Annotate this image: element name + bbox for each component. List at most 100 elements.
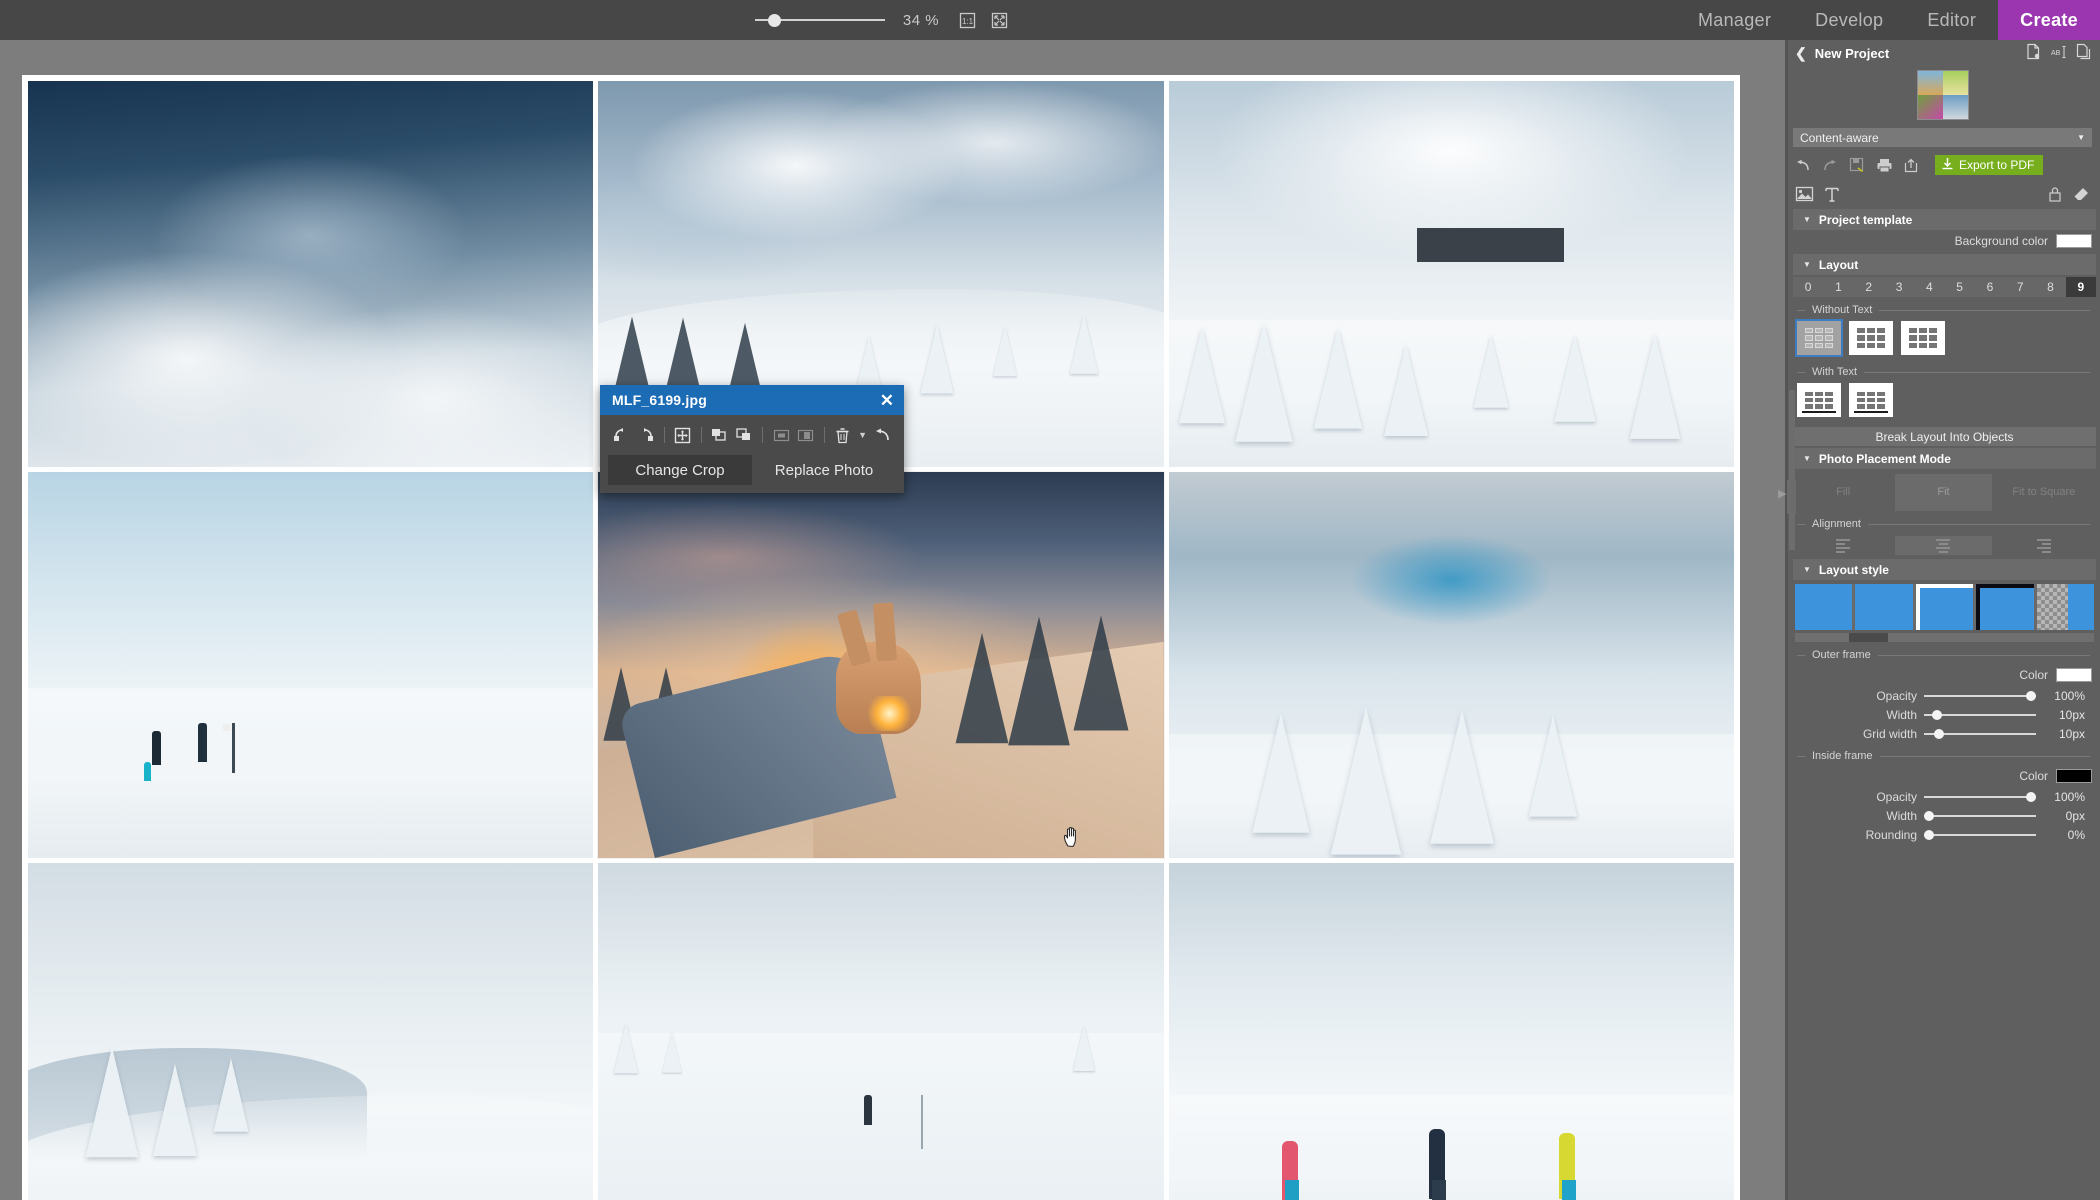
- layout-number-3[interactable]: 3: [1884, 277, 1914, 297]
- text-mode-tab[interactable]: [1824, 186, 1840, 203]
- photo-cell-1[interactable]: [28, 81, 594, 467]
- layout-style-5[interactable]: [2036, 584, 2094, 630]
- undo-icon[interactable]: [1795, 158, 1811, 172]
- align-horizontal-icon[interactable]: [772, 425, 790, 445]
- layout-style-2[interactable]: [1855, 584, 1913, 630]
- inside-frame-rounding-slider[interactable]: [1924, 829, 2036, 841]
- layout-style-1[interactable]: [1795, 584, 1853, 630]
- layout-number-7[interactable]: 7: [2005, 277, 2035, 297]
- background-color-label: Background color: [1954, 234, 2048, 248]
- outer-frame-grid-width-label: Grid width: [1862, 726, 1917, 741]
- section-project-template[interactable]: ▼ Project template: [1793, 209, 2096, 230]
- delete-icon[interactable]: [833, 425, 851, 445]
- layout-number-2[interactable]: 2: [1854, 277, 1884, 297]
- tab-manager[interactable]: Manager: [1676, 0, 1793, 40]
- placement-mode-fit-to-square[interactable]: Fit to Square: [1996, 474, 2092, 511]
- toolbar-divider: [664, 427, 665, 443]
- close-icon[interactable]: ✕: [880, 392, 894, 409]
- template-dropdown[interactable]: Content-aware ▼: [1793, 128, 2092, 147]
- outer-frame-width-slider[interactable]: [1924, 709, 2036, 721]
- photo-cell-3[interactable]: [1168, 81, 1734, 467]
- photo-artwork: [28, 472, 594, 858]
- layout-style-scrollbar[interactable]: [1795, 633, 2094, 642]
- photo-cell-7[interactable]: [28, 863, 594, 1200]
- layout-number-0[interactable]: 0: [1793, 277, 1823, 297]
- layout-template-3[interactable]: [1901, 321, 1945, 355]
- photo-context-toolbar[interactable]: MLF_6199.jpg ✕ ▼ Change Crop Replace Pho…: [600, 385, 904, 493]
- actual-size-icon[interactable]: 1:1: [957, 10, 977, 30]
- layout-number-4[interactable]: 4: [1914, 277, 1944, 297]
- photo-cell-5[interactable]: [597, 471, 1165, 859]
- layout-template-text-2[interactable]: [1849, 383, 1893, 417]
- tab-create[interactable]: Create: [1998, 0, 2100, 40]
- align-right-button[interactable]: [1996, 536, 2092, 555]
- rotate-right-icon[interactable]: [637, 425, 655, 445]
- zoom-slider-handle[interactable]: [768, 14, 781, 27]
- align-left-button[interactable]: [1795, 536, 1891, 555]
- layout-style-3[interactable]: [1915, 584, 1974, 630]
- replace-photo-button[interactable]: Replace Photo: [752, 455, 896, 485]
- redo-icon[interactable]: [1822, 158, 1838, 172]
- canvas-workarea[interactable]: MLF_6199.jpg ✕ ▼ Change Crop Replace Pho…: [0, 40, 1785, 1200]
- fit-to-screen-icon[interactable]: [989, 10, 1009, 30]
- inside-frame-color-swatch[interactable]: [2056, 769, 2092, 783]
- align-center-button[interactable]: [1895, 536, 1992, 555]
- change-crop-button[interactable]: Change Crop: [608, 455, 752, 485]
- undo-icon[interactable]: [874, 425, 892, 445]
- outer-frame-color-swatch[interactable]: [2056, 668, 2092, 682]
- back-arrow-icon[interactable]: ❮: [1795, 45, 1807, 62]
- tab-develop[interactable]: Develop: [1793, 0, 1905, 40]
- image-mode-tab[interactable]: [1795, 186, 1814, 202]
- layout-template-text-1[interactable]: [1797, 383, 1841, 417]
- section-layout[interactable]: ▼ Layout: [1793, 254, 2096, 275]
- photo-cell-9[interactable]: [1168, 863, 1734, 1200]
- rename-abc-icon[interactable]: AB: [2050, 44, 2067, 63]
- photo-cell-8[interactable]: [598, 863, 1164, 1200]
- layout-number-6[interactable]: 6: [1975, 277, 2005, 297]
- duplicate-page-icon[interactable]: [2076, 43, 2092, 63]
- layout-template-2[interactable]: [1849, 321, 1893, 355]
- align-vertical-icon[interactable]: [797, 425, 815, 445]
- sidebar-scrollbar[interactable]: [1789, 390, 1795, 550]
- scrollbar-thumb[interactable]: [1848, 633, 1888, 642]
- export-to-pdf-button[interactable]: Export to PDF: [1935, 155, 2044, 175]
- panel-collapse-arrow[interactable]: ▶: [1778, 487, 1786, 500]
- section-layout-style[interactable]: ▼ Layout style: [1793, 559, 2096, 580]
- eraser-icon[interactable]: [2073, 186, 2090, 202]
- layout-style-4[interactable]: [1976, 584, 2034, 630]
- bring-forward-icon[interactable]: [710, 425, 728, 445]
- send-backward-icon[interactable]: [735, 425, 753, 445]
- save-icon[interactable]: [1849, 157, 1865, 173]
- fit-photo-icon[interactable]: [674, 425, 692, 445]
- placement-mode-fill[interactable]: Fill: [1795, 474, 1891, 511]
- lock-icon[interactable]: [2047, 186, 2063, 203]
- tab-editor[interactable]: Editor: [1905, 0, 1998, 40]
- outer-frame-opacity-slider[interactable]: [1924, 690, 2036, 702]
- zoom-slider[interactable]: [755, 13, 885, 27]
- print-icon[interactable]: [1876, 158, 1893, 173]
- chevron-down-icon: ▼: [2077, 133, 2085, 142]
- background-color-swatch[interactable]: [2056, 234, 2092, 248]
- rotate-left-icon[interactable]: [612, 425, 630, 445]
- svg-text:AB: AB: [2051, 50, 2061, 57]
- outer-frame-grid-width-slider[interactable]: [1924, 728, 2036, 740]
- project-page[interactable]: [22, 75, 1740, 1200]
- photo-cell-6[interactable]: [1168, 472, 1734, 858]
- placement-mode-fit[interactable]: Fit: [1895, 474, 1992, 511]
- project-thumbnail[interactable]: [1916, 70, 1969, 120]
- layout-template-1[interactable]: [1795, 319, 1843, 357]
- photo-cell-4[interactable]: [28, 472, 594, 858]
- section-photo-placement-mode[interactable]: ▼ Photo Placement Mode: [1793, 448, 2096, 469]
- inside-frame-width-slider[interactable]: [1924, 810, 2036, 822]
- new-page-icon[interactable]: [2026, 43, 2041, 63]
- share-icon[interactable]: [1904, 158, 1920, 173]
- layout-number-8[interactable]: 8: [2035, 277, 2065, 297]
- without-text-templates: [1785, 319, 2100, 359]
- panel-resize-handle[interactable]: [1787, 480, 1796, 514]
- layout-number-1[interactable]: 1: [1823, 277, 1853, 297]
- inside-frame-opacity-slider[interactable]: [1924, 791, 2036, 803]
- delete-dropdown-caret[interactable]: ▼: [858, 430, 867, 440]
- break-layout-button[interactable]: Break Layout Into Objects: [1793, 427, 2096, 446]
- layout-number-9[interactable]: 9: [2065, 277, 2096, 297]
- layout-number-5[interactable]: 5: [1944, 277, 1974, 297]
